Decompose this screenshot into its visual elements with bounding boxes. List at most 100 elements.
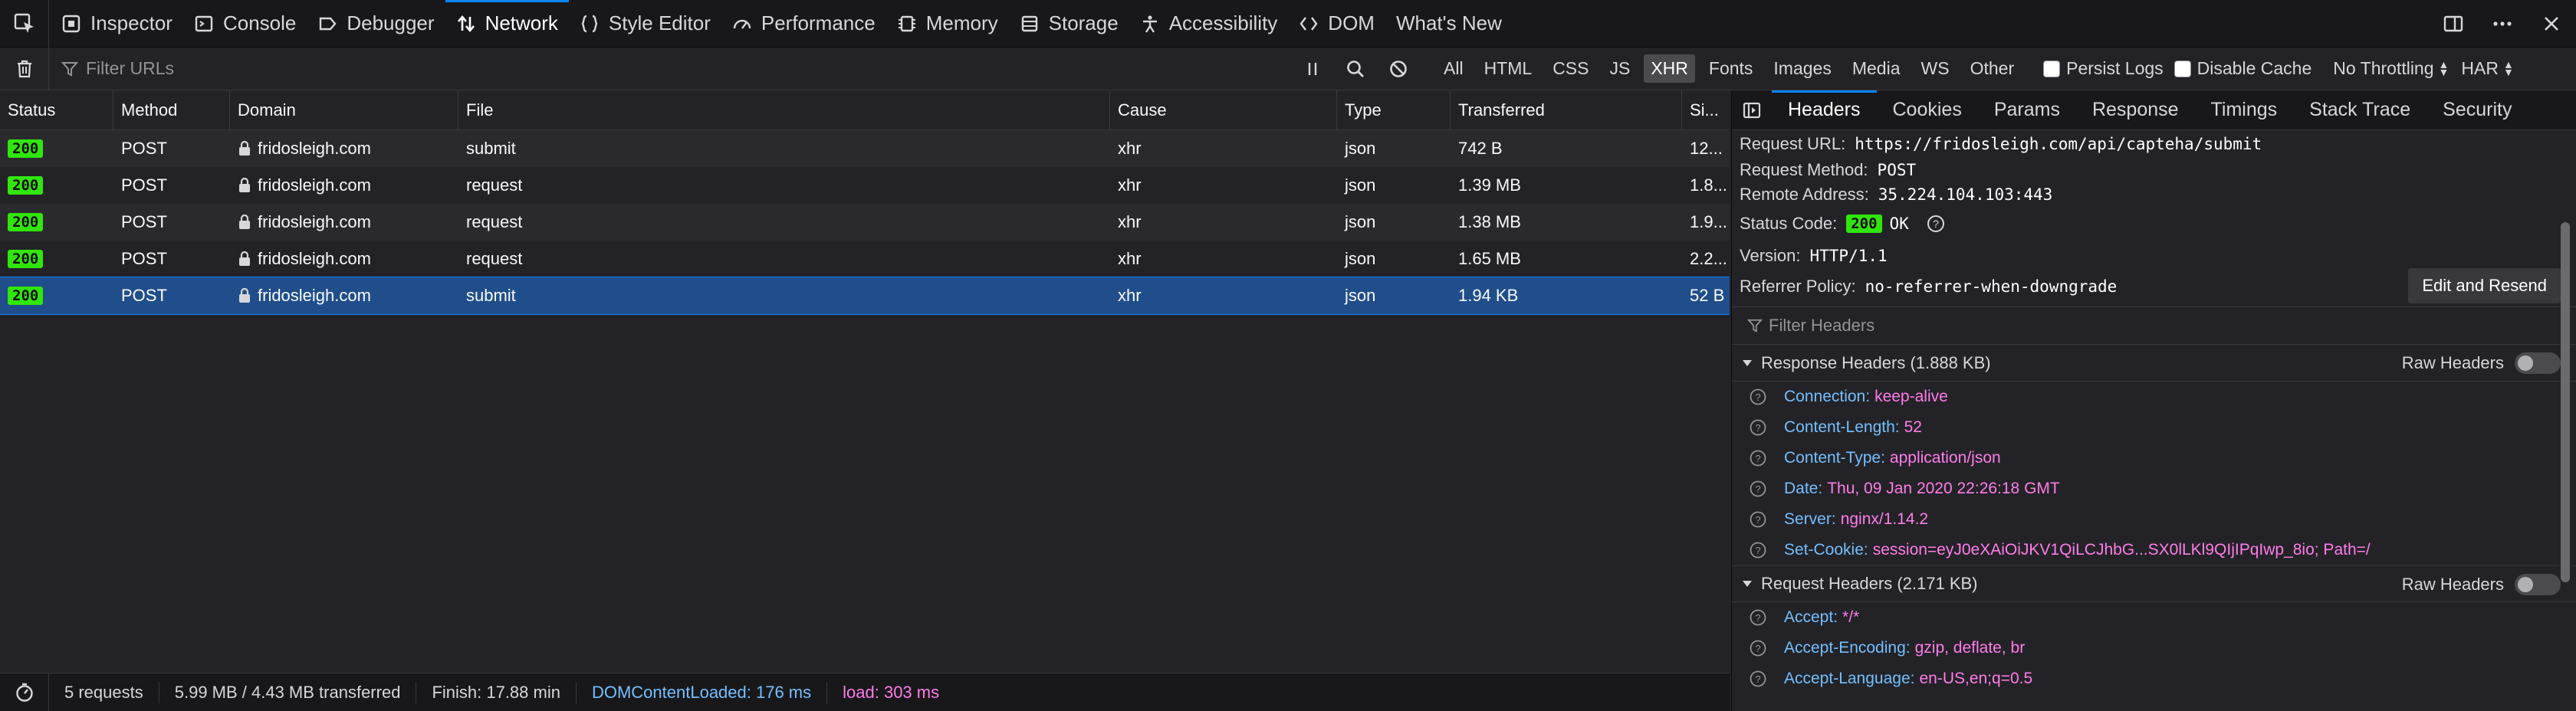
table-row[interactable]: 200 POST fridosleigh.com request xhr json 1.39…: [0, 167, 1730, 204]
cell-file: request: [466, 212, 523, 231]
filter-type-js[interactable]: JS: [1602, 54, 1637, 83]
disable-cache-checkbox[interactable]: Disable Cache: [2174, 58, 2312, 79]
console-icon: [195, 15, 213, 31]
filter-type-ws[interactable]: WS: [1914, 54, 1957, 83]
filter-type-images[interactable]: Images: [1766, 54, 1838, 83]
collapse-panel-button[interactable]: [1732, 90, 1772, 130]
column-header-file[interactable]: File: [458, 90, 1110, 130]
table-row[interactable]: 200 POST fridosleigh.com submit xhr json 1.94 …: [0, 277, 1730, 315]
tool-tab-style-editor[interactable]: Style Editor: [569, 0, 721, 48]
details-tab-response[interactable]: Response: [2076, 90, 2195, 130]
raw-headers-toggle[interactable]: [2515, 352, 2561, 374]
request-method-value: POST: [1877, 161, 1917, 179]
tool-tab-console[interactable]: Console: [183, 0, 307, 48]
filter-type-xhr[interactable]: XHR: [1644, 54, 1695, 83]
finish-time: Finish: 17.88 min: [416, 681, 577, 703]
edit-and-resend-button[interactable]: Edit and Resend: [2408, 268, 2561, 303]
details-scrollbar[interactable]: [2561, 222, 2570, 582]
raw-headers-toggle[interactable]: [2515, 574, 2561, 595]
column-header-transferred[interactable]: Transferred: [1451, 90, 1682, 130]
request-headers-group[interactable]: Request Headers (2.171 KB) Raw Headers: [1732, 565, 2576, 602]
header-row[interactable]: ? Accept: */*: [1732, 602, 2576, 633]
help-icon[interactable]: ?: [1749, 480, 1767, 498]
help-icon[interactable]: ?: [1749, 510, 1767, 529]
tool-tab-inspector[interactable]: Inspector: [49, 0, 183, 48]
column-header-domain[interactable]: Domain: [230, 90, 458, 130]
help-icon[interactable]: ?: [1749, 541, 1767, 559]
details-tab-stack-trace[interactable]: Stack Trace: [2293, 90, 2426, 130]
tool-tab-network[interactable]: Network: [445, 0, 570, 48]
filter-type-fonts[interactable]: Fonts: [1702, 54, 1760, 83]
tool-tab-debugger[interactable]: Debugger: [307, 0, 445, 48]
tool-tab-storage[interactable]: Storage: [1009, 0, 1129, 48]
persist-logs-box[interactable]: [2043, 60, 2061, 77]
pause-recording-button[interactable]: [1291, 48, 1334, 90]
filter-headers-input[interactable]: [1769, 316, 2459, 336]
referrer-policy-value: no-referrer-when-downgrade: [1865, 277, 2118, 296]
header-row[interactable]: ? Date: Thu, 09 Jan 2020 22:26:18 GMT: [1732, 473, 2576, 504]
har-menu-button[interactable]: HAR ▲ ▼: [2461, 58, 2513, 79]
throttling-select[interactable]: No Throttling ▲ ▼: [2333, 58, 2449, 79]
tool-tab-performance[interactable]: Performance: [721, 0, 886, 48]
tool-tab-label: Console: [222, 11, 297, 34]
header-row[interactable]: ? Server: nginx/1.14.2: [1732, 504, 2576, 535]
help-icon[interactable]: ?: [1749, 418, 1767, 437]
dom-icon: [1300, 16, 1318, 31]
help-icon[interactable]: ?: [1749, 670, 1767, 688]
header-row[interactable]: ? Connection: keep-alive: [1732, 382, 2576, 412]
table-row[interactable]: 200 POST fridosleigh.com request xhr json 1.38…: [0, 204, 1730, 241]
persist-logs-checkbox[interactable]: Persist Logs: [2043, 58, 2164, 79]
column-header-method[interactable]: Method: [113, 90, 230, 130]
more-menu-button[interactable]: [2478, 0, 2527, 48]
filter-urls-input[interactable]: [86, 58, 1236, 79]
column-header-type[interactable]: Type: [1337, 90, 1451, 130]
performance-analysis-button[interactable]: [0, 673, 49, 711]
element-picker-button[interactable]: [0, 0, 49, 48]
close-devtools-button[interactable]: [2527, 0, 2576, 48]
details-tab-headers[interactable]: Headers: [1772, 90, 1877, 130]
help-icon[interactable]: ?: [1749, 639, 1767, 657]
details-tab-params[interactable]: Params: [1978, 90, 2076, 130]
column-header-si[interactable]: Si...: [1682, 90, 1730, 130]
table-row[interactable]: 200 POST fridosleigh.com request xhr json 1.65…: [0, 241, 1730, 277]
svg-text:?: ?: [1755, 483, 1760, 495]
filter-type-other[interactable]: Other: [1963, 54, 2022, 83]
header-row[interactable]: ? Content-Length: 52: [1732, 412, 2576, 443]
table-row[interactable]: 200 POST fridosleigh.com submit xhr json 742 B…: [0, 130, 1730, 167]
filter-type-all[interactable]: All: [1437, 54, 1470, 83]
clear-requests-button[interactable]: [0, 47, 49, 90]
details-tab-security[interactable]: Security: [2426, 90, 2528, 130]
tool-tab-what-s-new[interactable]: What's New: [1385, 0, 1513, 48]
details-tab-cookies[interactable]: Cookies: [1877, 90, 1978, 130]
dock-side-button[interactable]: [2429, 0, 2478, 48]
close-icon: [2545, 17, 2558, 31]
help-icon[interactable]: ?: [1926, 214, 1946, 234]
filter-type-css[interactable]: CSS: [1546, 54, 1595, 83]
block-requests-button[interactable]: [1377, 48, 1420, 90]
memory-icon: [898, 15, 915, 31]
header-row[interactable]: ? Accept-Language: en-US,en;q=0.5: [1732, 663, 2576, 694]
column-header-cause[interactable]: Cause: [1110, 90, 1337, 130]
filter-type-media[interactable]: Media: [1845, 54, 1907, 83]
disable-cache-box[interactable]: [2174, 60, 2191, 77]
tool-tab-label: Debugger: [347, 11, 435, 34]
header-row[interactable]: ? Content-Type: application/json: [1732, 443, 2576, 473]
header-value: application/json: [1889, 449, 2001, 467]
cell-domain: fridosleigh.com: [230, 204, 458, 241]
header-row[interactable]: ? Set-Cookie: session=eyJ0eXAiOiJKV1QiLCJh…: [1732, 535, 2576, 565]
response-raw-headers: Raw Headers: [2402, 345, 2561, 382]
tool-tab-accessibility[interactable]: Accessibility: [1129, 0, 1289, 48]
search-button[interactable]: [1334, 48, 1377, 90]
status-badge: 200: [8, 250, 44, 268]
help-icon[interactable]: ?: [1749, 449, 1767, 467]
details-tab-timings[interactable]: Timings: [2195, 90, 2294, 130]
response-headers-group[interactable]: Response Headers (1.888 KB) Raw Headers: [1732, 345, 2576, 382]
tool-tab-memory[interactable]: Memory: [886, 0, 1009, 48]
header-row[interactable]: ? Accept-Encoding: gzip, deflate, br: [1732, 633, 2576, 663]
column-header-status[interactable]: Status: [0, 90, 113, 130]
request-url-value[interactable]: https://fridosleigh.com/api/capteha/subm…: [1855, 135, 2262, 153]
help-icon[interactable]: ?: [1749, 608, 1767, 627]
filter-type-html[interactable]: HTML: [1477, 54, 1539, 83]
help-icon[interactable]: ?: [1749, 388, 1767, 406]
tool-tab-dom[interactable]: DOM: [1288, 0, 1385, 48]
